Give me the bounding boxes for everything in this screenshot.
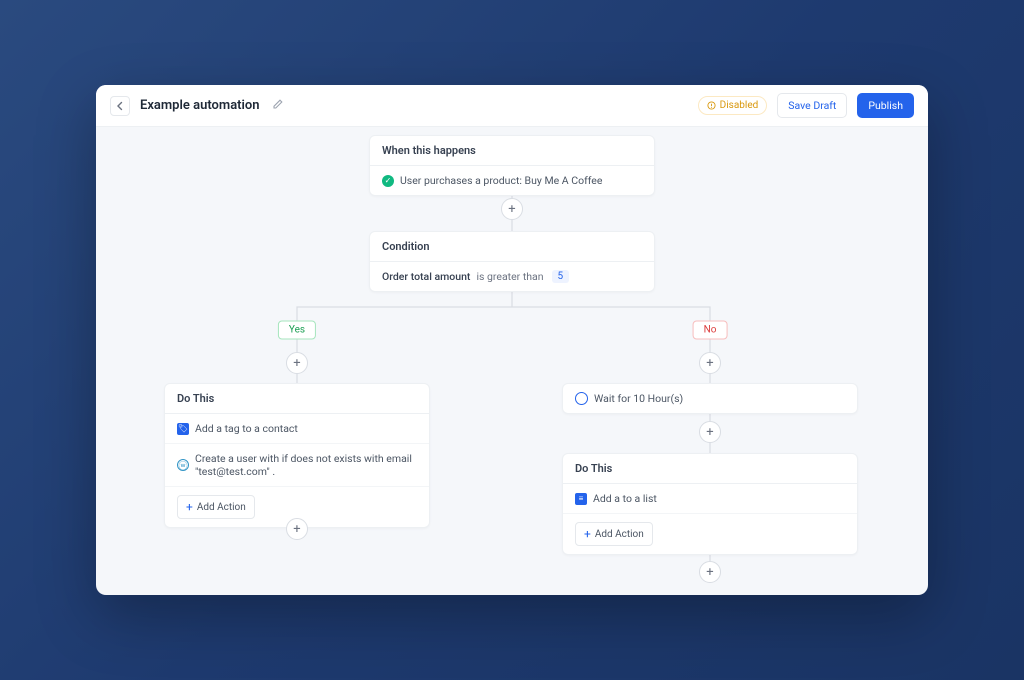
no-action-1[interactable]: ≡ Add a to a list: [563, 484, 857, 514]
pencil-icon: [272, 98, 284, 110]
condition-title: Condition: [370, 232, 654, 262]
wordpress-icon: ⓦ: [177, 459, 189, 471]
chevron-left-icon: [115, 101, 125, 111]
flow-canvas[interactable]: When this happens ✓ User purchases a pro…: [96, 127, 928, 595]
plus-icon: +: [186, 500, 193, 514]
yes-do-this-title: Do This: [165, 384, 429, 414]
yes-do-this-node[interactable]: Do This 🏷 Add a tag to a contact ⓦ Creat…: [164, 383, 430, 528]
add-after-wait-button[interactable]: +: [699, 421, 721, 443]
wait-node[interactable]: Wait for 10 Hour(s): [562, 383, 858, 414]
condition-node[interactable]: Condition Order total amount is greater …: [369, 231, 655, 292]
plus-icon: +: [584, 527, 591, 541]
back-button[interactable]: [110, 96, 130, 116]
yes-action-2[interactable]: ⓦ Create a user with if does not exists …: [165, 444, 429, 487]
trigger-node[interactable]: When this happens ✓ User purchases a pro…: [369, 135, 655, 196]
no-do-this-node[interactable]: Do This ≡ Add a to a list + Add Action: [562, 453, 858, 555]
add-yes-button[interactable]: +: [286, 352, 308, 374]
branch-yes-label: Yes: [278, 321, 316, 340]
no-add-action-button[interactable]: + Add Action: [575, 522, 653, 546]
topbar: Example automation Disabled Save Draft P…: [96, 85, 928, 127]
yes-add-action-button[interactable]: + Add Action: [177, 495, 255, 519]
check-circle-icon: ✓: [382, 175, 394, 187]
trigger-row[interactable]: ✓ User purchases a product: Buy Me A Cof…: [370, 166, 654, 195]
tag-icon: 🏷: [177, 423, 189, 435]
page-title: Example automation: [140, 98, 260, 113]
publish-button[interactable]: Publish: [857, 93, 914, 118]
no-do-this-title: Do This: [563, 454, 857, 484]
edit-title-button[interactable]: [272, 98, 284, 113]
add-after-no-button[interactable]: +: [699, 561, 721, 583]
add-after-trigger-button[interactable]: +: [501, 198, 523, 220]
warning-icon: [707, 101, 716, 110]
status-badge[interactable]: Disabled: [698, 96, 768, 115]
wait-row[interactable]: Wait for 10 Hour(s): [563, 384, 857, 413]
trigger-title: When this happens: [370, 136, 654, 166]
list-icon: ≡: [575, 493, 587, 505]
add-no-button[interactable]: +: [699, 352, 721, 374]
branch-no-label: No: [693, 321, 728, 340]
save-draft-button[interactable]: Save Draft: [777, 93, 847, 118]
automation-editor-window: Example automation Disabled Save Draft P…: [96, 85, 928, 595]
add-after-yes-button[interactable]: +: [286, 518, 308, 540]
clock-icon: [575, 392, 588, 405]
condition-row[interactable]: Order total amount is greater than 5: [370, 262, 654, 291]
yes-action-1[interactable]: 🏷 Add a tag to a contact: [165, 414, 429, 444]
